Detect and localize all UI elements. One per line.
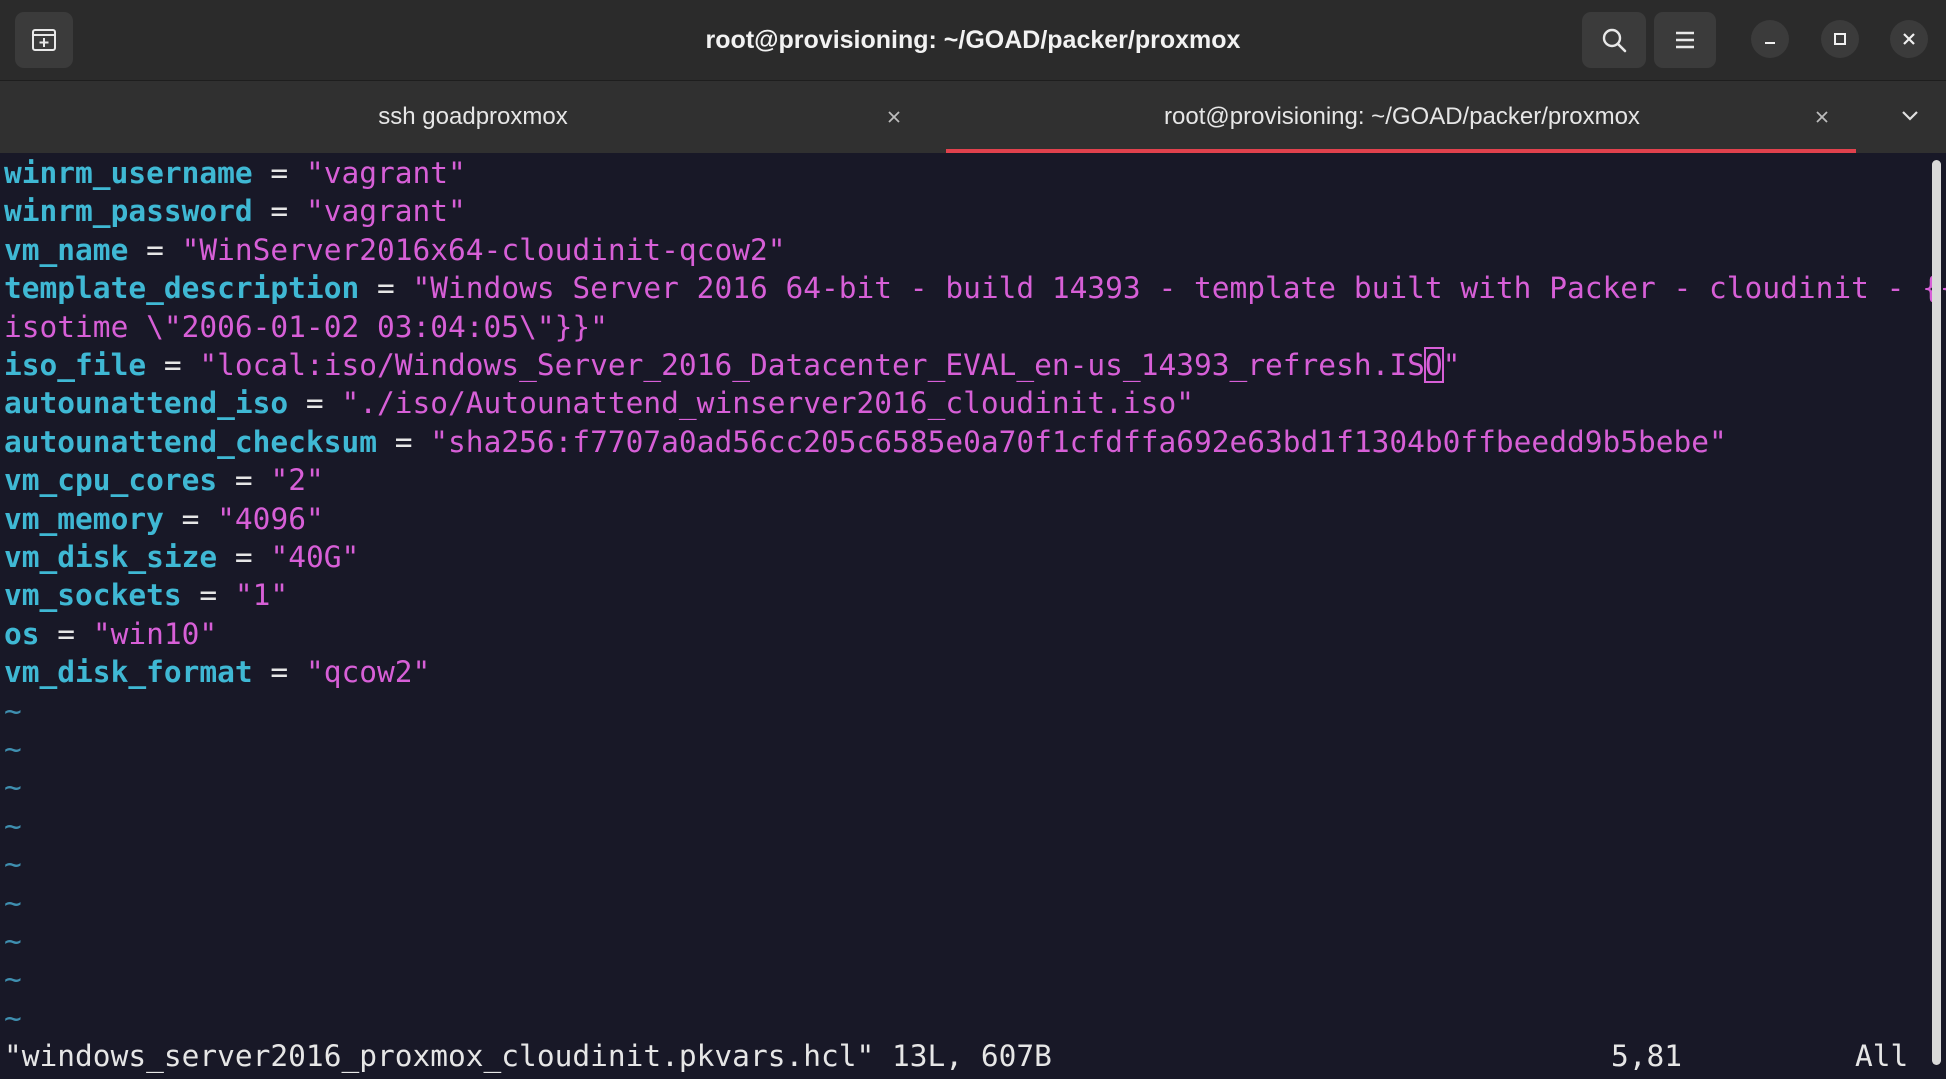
line-eq: = <box>181 578 235 613</box>
editor-line: autounattend_checksum = "sha256:f7707a0a… <box>4 423 1727 461</box>
editor-line: winrm_password = "vagrant" <box>4 192 466 230</box>
line-value: "local:iso/Windows_Server_2016_Datacente… <box>199 348 1425 382</box>
chevron-down-icon <box>1902 111 1918 121</box>
line-eq: = <box>217 540 271 574</box>
terminal-window: root@provisioning: ~/GOAD/packer/proxmox <box>0 0 1946 1079</box>
close-window-button[interactable] <box>1890 20 1928 58</box>
editor-line: vm_cpu_cores = "2" <box>4 461 324 499</box>
line-value: "40G" <box>270 540 360 574</box>
hamburger-menu-icon <box>1676 31 1694 49</box>
editor-line-wrapped: isotime \"2006-01-02 03:04:05\"}}" <box>4 308 608 346</box>
line-key: vm_disk_size <box>4 540 218 574</box>
status-file-info: "windows_server2016_proxmox_cloudinit.pk… <box>4 1039 1052 1074</box>
minimize-button[interactable] <box>1751 20 1789 58</box>
line-value: "vagrant" <box>305 194 466 229</box>
line-eq: = <box>376 424 431 459</box>
tab-close-button[interactable] <box>880 103 908 131</box>
active-tab-indicator <box>946 149 1856 153</box>
line-key: vm_disk_format <box>4 655 253 690</box>
tab-root-provisioning[interactable]: root@provisioning: ~/GOAD/packer/proxmox <box>946 81 1858 153</box>
line-eq: = <box>252 655 306 690</box>
line-eq: = <box>359 271 413 306</box>
tab-label: ssh goadproxmox <box>378 103 568 130</box>
line-eq: = <box>252 156 306 190</box>
editor-line: vm_name = "WinServer2016x64-cloudinit-qc… <box>4 231 785 269</box>
text-cursor: O <box>1423 347 1444 383</box>
line-key: vm_cpu_cores <box>4 463 218 498</box>
editor-line: vm_disk_size = "40G" <box>4 538 359 576</box>
new-tab-button[interactable] <box>15 12 73 68</box>
line-key: os <box>4 616 40 651</box>
line-eq: = <box>39 616 93 651</box>
menu-button[interactable] <box>1654 12 1716 68</box>
line-eq: = <box>217 463 271 498</box>
empty-line-marker: ~ <box>4 1000 22 1035</box>
maximize-icon <box>1834 33 1846 45</box>
line-value: "sha256:f7707a0ad56cc205c6585e0a70f1cfdf… <box>430 424 1727 459</box>
editor-line: os = "win10" <box>4 615 217 653</box>
close-icon <box>888 111 900 123</box>
empty-line-marker: ~ <box>4 924 22 958</box>
header-bar: root@provisioning: ~/GOAD/packer/proxmox <box>0 0 1946 81</box>
close-icon <box>1816 111 1828 123</box>
empty-line-marker: ~ <box>4 885 22 920</box>
line-value: "1" <box>234 578 289 613</box>
line-value: "4096" <box>217 501 324 536</box>
empty-line-marker: ~ <box>4 808 22 843</box>
line-value: "Windows Server 2016 64-bit - build 1439… <box>412 271 1946 306</box>
empty-line-marker: ~ <box>4 962 22 997</box>
new-tab-icon <box>32 29 56 51</box>
empty-line-marker: ~ <box>4 693 22 728</box>
line-value: "2" <box>270 463 324 498</box>
line-key: template_description <box>4 271 360 306</box>
tab-close-button[interactable] <box>1808 103 1836 131</box>
editor-line: vm_disk_format = "qcow2" <box>4 653 430 691</box>
empty-line-marker: ~ <box>4 732 22 766</box>
line-key: vm_name <box>4 232 129 267</box>
terminal-content[interactable]: winrm_username = "vagrant" winrm_passwor… <box>0 154 1946 1079</box>
line-value: " <box>1442 348 1461 382</box>
line-key: winrm_username <box>4 156 253 190</box>
line-key: vm_sockets <box>4 578 182 613</box>
line-eq: = <box>146 348 200 382</box>
close-icon <box>1903 33 1915 45</box>
line-key: autounattend_iso <box>4 386 289 421</box>
tab-list-button[interactable] <box>1890 94 1930 138</box>
minimize-icon <box>1765 42 1775 44</box>
tab-ssh-goadproxmox[interactable]: ssh goadproxmox <box>0 81 946 153</box>
editor-line: winrm_username = "vagrant" <box>4 154 466 192</box>
terminal-scrollbar[interactable] <box>1932 160 1941 1065</box>
status-cursor-position: 5,81 <box>1611 1039 1683 1074</box>
line-value: "WinServer2016x64-cloudinit-qcow2" <box>181 232 786 267</box>
line-key: vm_memory <box>4 501 164 536</box>
search-button[interactable] <box>1582 12 1646 68</box>
line-eq: = <box>288 386 342 421</box>
tab-bar: ssh goadproxmox root@provisioning: ~/GOA… <box>0 81 1946 153</box>
line-key: autounattend_checksum <box>4 424 377 459</box>
line-value: isotime \"2006-01-02 03:04:05\"}}" <box>4 309 608 344</box>
empty-line-marker: ~ <box>4 847 22 882</box>
editor-line: autounattend_iso = "./iso/Autounattend_w… <box>4 384 1194 422</box>
line-value: "./iso/Autounattend_winserver2016_cloudi… <box>341 386 1194 421</box>
maximize-button[interactable] <box>1821 20 1859 58</box>
tab-label: root@provisioning: ~/GOAD/packer/proxmox <box>1164 103 1640 130</box>
line-value: "win10" <box>92 616 218 651</box>
line-eq: = <box>128 232 182 267</box>
line-eq: = <box>252 194 306 229</box>
editor-line: vm_sockets = "1" <box>4 576 288 614</box>
line-value: "qcow2" <box>305 655 431 690</box>
line-key: winrm_password <box>4 194 253 229</box>
search-icon <box>1602 28 1627 53</box>
line-eq: = <box>163 501 218 536</box>
editor-line: iso_file = "local:iso/Windows_Server_201… <box>4 346 1460 384</box>
editor-line: template_description = "Windows Server 2… <box>4 269 1946 307</box>
editor-line: vm_memory = "4096" <box>4 500 324 538</box>
line-value: "vagrant" <box>305 156 466 190</box>
line-key: iso_file <box>4 348 147 382</box>
status-scroll-position: All <box>1855 1039 1909 1074</box>
empty-line-marker: ~ <box>4 770 22 805</box>
